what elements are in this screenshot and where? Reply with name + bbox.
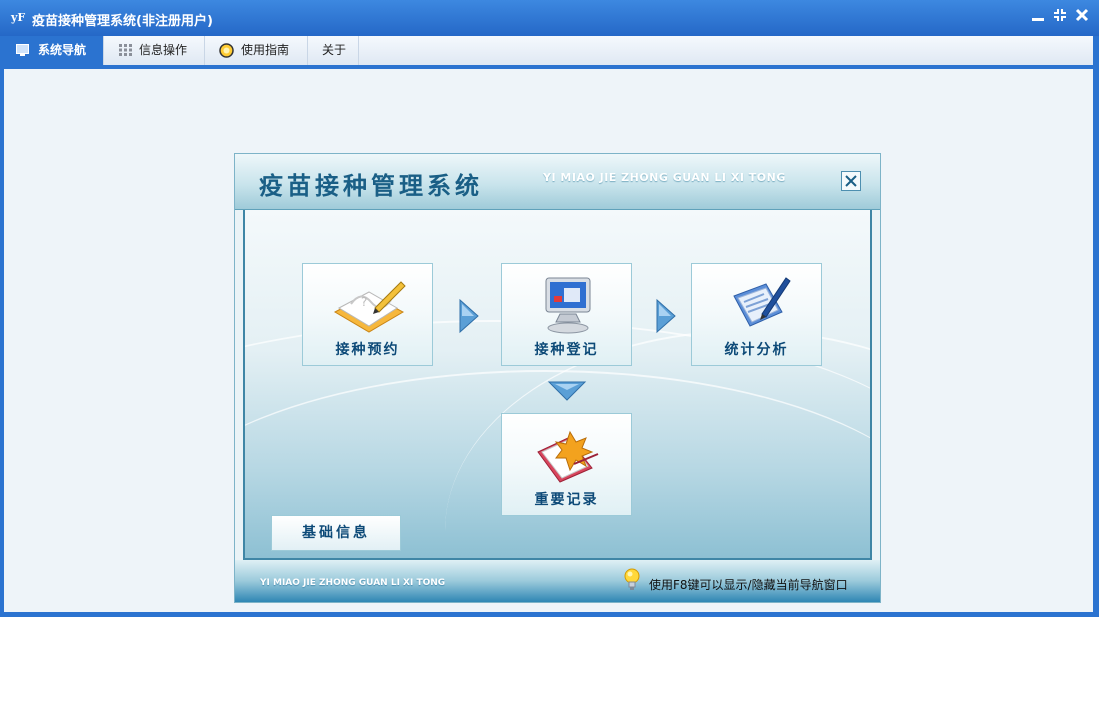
restore-icon (1054, 9, 1066, 21)
records-tile[interactable]: 重要记录 (501, 413, 632, 516)
arrow-right-icon (656, 298, 676, 334)
document-pen-icon (733, 277, 791, 327)
panel-body: ? 接种预约 接种登记 统计分析 重要记录 基础信息 (243, 210, 872, 560)
panel-header: 疫苗接种管理系统 YI MIAO JIE ZHONG GUAN LI XI TO… (235, 154, 880, 210)
minimize-icon (1032, 18, 1044, 21)
arrow-right-icon (459, 298, 479, 334)
panel-title: 疫苗接种管理系统 (259, 171, 483, 200)
help-circle-icon (219, 43, 234, 58)
restore-button[interactable] (1052, 8, 1068, 26)
tab-info-operation[interactable]: 信息操作 (104, 36, 205, 65)
navigation-panel: 疫苗接种管理系统 YI MIAO JIE ZHONG GUAN LI XI TO… (234, 153, 881, 603)
tile-label: 接种预约 (335, 342, 400, 358)
tile-label: 重要记录 (534, 492, 599, 508)
panel-footer: YI MIAO JIE ZHONG GUAN LI XI TONG 使用F8键可… (235, 560, 880, 602)
tile-label: 统计分析 (724, 342, 789, 358)
lightbulb-icon (624, 568, 640, 590)
grid-icon (119, 44, 132, 56)
footer-hint: 使用F8键可以显示/隐藏当前导航窗口 (649, 578, 848, 592)
window-title: 疫苗接种管理系统(非注册用户) (32, 14, 213, 29)
notebook-leaf-icon (537, 430, 599, 483)
menu-bar: 系统导航 信息操作 使用指南 关于 (4, 36, 1093, 65)
tile-label: 接种登记 (534, 342, 599, 358)
monitor-icon (16, 44, 29, 56)
close-icon (845, 175, 857, 187)
tab-label: 信息操作 (139, 43, 188, 57)
registration-tile[interactable]: 接种登记 (501, 263, 632, 366)
tab-system-navigation[interactable]: 系统导航 (4, 36, 104, 65)
close-icon (1075, 8, 1089, 22)
svg-text:?: ? (361, 295, 367, 309)
tab-label: 使用指南 (241, 43, 290, 57)
footer-pinyin: YI MIAO JIE ZHONG GUAN LI XI TONG (260, 578, 446, 588)
notebook-pencil-icon: ? (333, 281, 406, 333)
panel-close-button[interactable] (841, 171, 861, 191)
basic-info-button[interactable]: 基础信息 (271, 515, 401, 551)
tab-label: 系统导航 (38, 43, 87, 57)
tab-user-guide[interactable]: 使用指南 (205, 36, 308, 65)
computer-monitor-icon (545, 277, 591, 334)
panel-title-pinyin: YI MIAO JIE ZHONG GUAN LI XI TONG (543, 171, 786, 184)
title-bar[interactable]: yF 疫苗接种管理系统(非注册用户) (0, 0, 1099, 36)
close-button[interactable] (1074, 8, 1090, 26)
app-logo-icon: yF (11, 11, 26, 24)
tab-about[interactable]: 关于 (308, 36, 359, 65)
tab-label: 关于 (322, 43, 347, 57)
arrow-down-icon (547, 381, 587, 401)
minimize-button[interactable] (1030, 8, 1046, 26)
appointment-tile[interactable]: ? 接种预约 (302, 263, 433, 366)
statistics-tile[interactable]: 统计分析 (691, 263, 822, 366)
